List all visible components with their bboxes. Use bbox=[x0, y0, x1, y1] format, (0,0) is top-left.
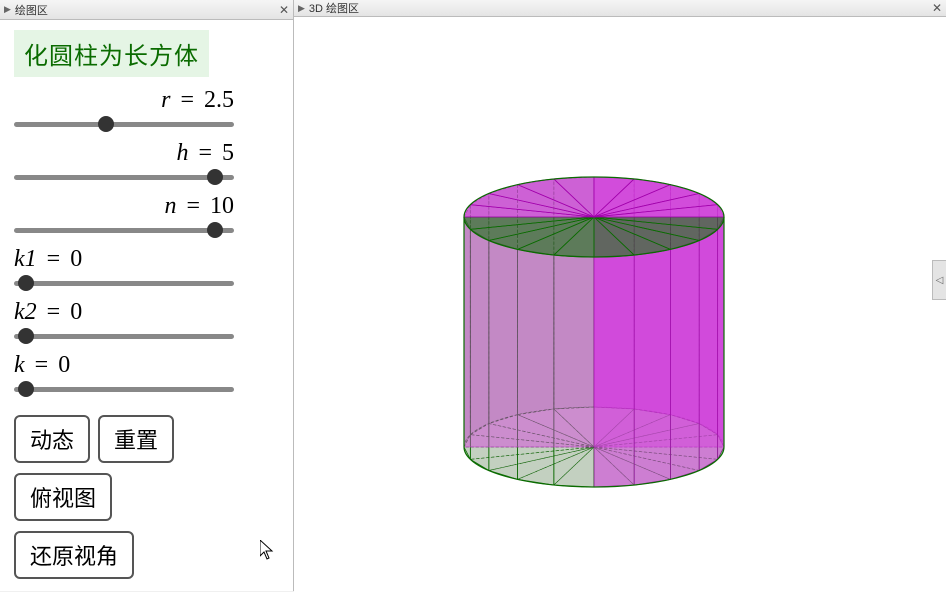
animate-button[interactable]: 动态 bbox=[14, 415, 90, 463]
slider-track-k1[interactable] bbox=[14, 275, 279, 291]
3d-graphics-panel: ▶ 3D 绘图区 ✕ ◁ bbox=[294, 0, 946, 591]
slider-thumb-k1[interactable] bbox=[18, 275, 34, 291]
slider-thumb-h[interactable] bbox=[207, 169, 223, 185]
side-expand-tab[interactable]: ◁ bbox=[932, 260, 946, 300]
3d-panel-header[interactable]: ▶ 3D 绘图区 ✕ bbox=[294, 0, 946, 17]
slider-label-n: n = 10 bbox=[14, 193, 234, 220]
collapse-triangle-icon[interactable]: ▶ bbox=[4, 4, 11, 15]
controls-area: 化圆柱为长方体 r = 2.5 h = 5 n = 10 k1 = 0 k2 = 0 k … bbox=[0, 20, 293, 591]
slider-k1: k1 = 0 bbox=[14, 246, 279, 291]
restore-view-button[interactable]: 还原视角 bbox=[14, 531, 134, 579]
slider-label-k2: k2 = 0 bbox=[14, 299, 279, 326]
page-title: 化圆柱为长方体 bbox=[14, 30, 209, 77]
slider-thumb-r[interactable] bbox=[98, 116, 114, 132]
slider-thumb-n[interactable] bbox=[207, 222, 223, 238]
cylinder-scene[interactable] bbox=[294, 17, 944, 587]
graphics-panel-title: 绘图区 bbox=[15, 2, 48, 18]
graphics-panel: ▶ 绘图区 ✕ 化圆柱为长方体 r = 2.5 h = 5 n = 10 k1 = 0… bbox=[0, 0, 294, 591]
slider-k2: k2 = 0 bbox=[14, 299, 279, 344]
slider-thumb-k[interactable] bbox=[18, 381, 34, 397]
slider-track-k[interactable] bbox=[14, 381, 279, 397]
reset-button[interactable]: 重置 bbox=[98, 415, 174, 463]
3d-viewport[interactable] bbox=[294, 17, 946, 592]
slider-thumb-k2[interactable] bbox=[18, 328, 34, 344]
slider-label-h: h = 5 bbox=[14, 140, 234, 167]
collapse-triangle-icon[interactable]: ▶ bbox=[298, 3, 305, 14]
slider-label-k: k = 0 bbox=[14, 352, 279, 379]
close-icon[interactable]: ✕ bbox=[279, 3, 289, 17]
topview-button[interactable]: 俯视图 bbox=[14, 473, 112, 521]
3d-panel-title: 3D 绘图区 bbox=[309, 0, 359, 16]
slider-r: r = 2.5 bbox=[14, 87, 279, 132]
slider-track-n[interactable] bbox=[14, 222, 279, 238]
slider-label-r: r = 2.5 bbox=[14, 87, 234, 114]
slider-label-k1: k1 = 0 bbox=[14, 246, 279, 273]
graphics-panel-header[interactable]: ▶ 绘图区 ✕ bbox=[0, 0, 293, 20]
slider-k: k = 0 bbox=[14, 352, 279, 397]
slider-n: n = 10 bbox=[14, 193, 279, 238]
close-icon[interactable]: ✕ bbox=[932, 1, 942, 15]
slider-track-h[interactable] bbox=[14, 169, 279, 185]
slider-track-k2[interactable] bbox=[14, 328, 279, 344]
slider-h: h = 5 bbox=[14, 140, 279, 185]
slider-track-r[interactable] bbox=[14, 116, 279, 132]
